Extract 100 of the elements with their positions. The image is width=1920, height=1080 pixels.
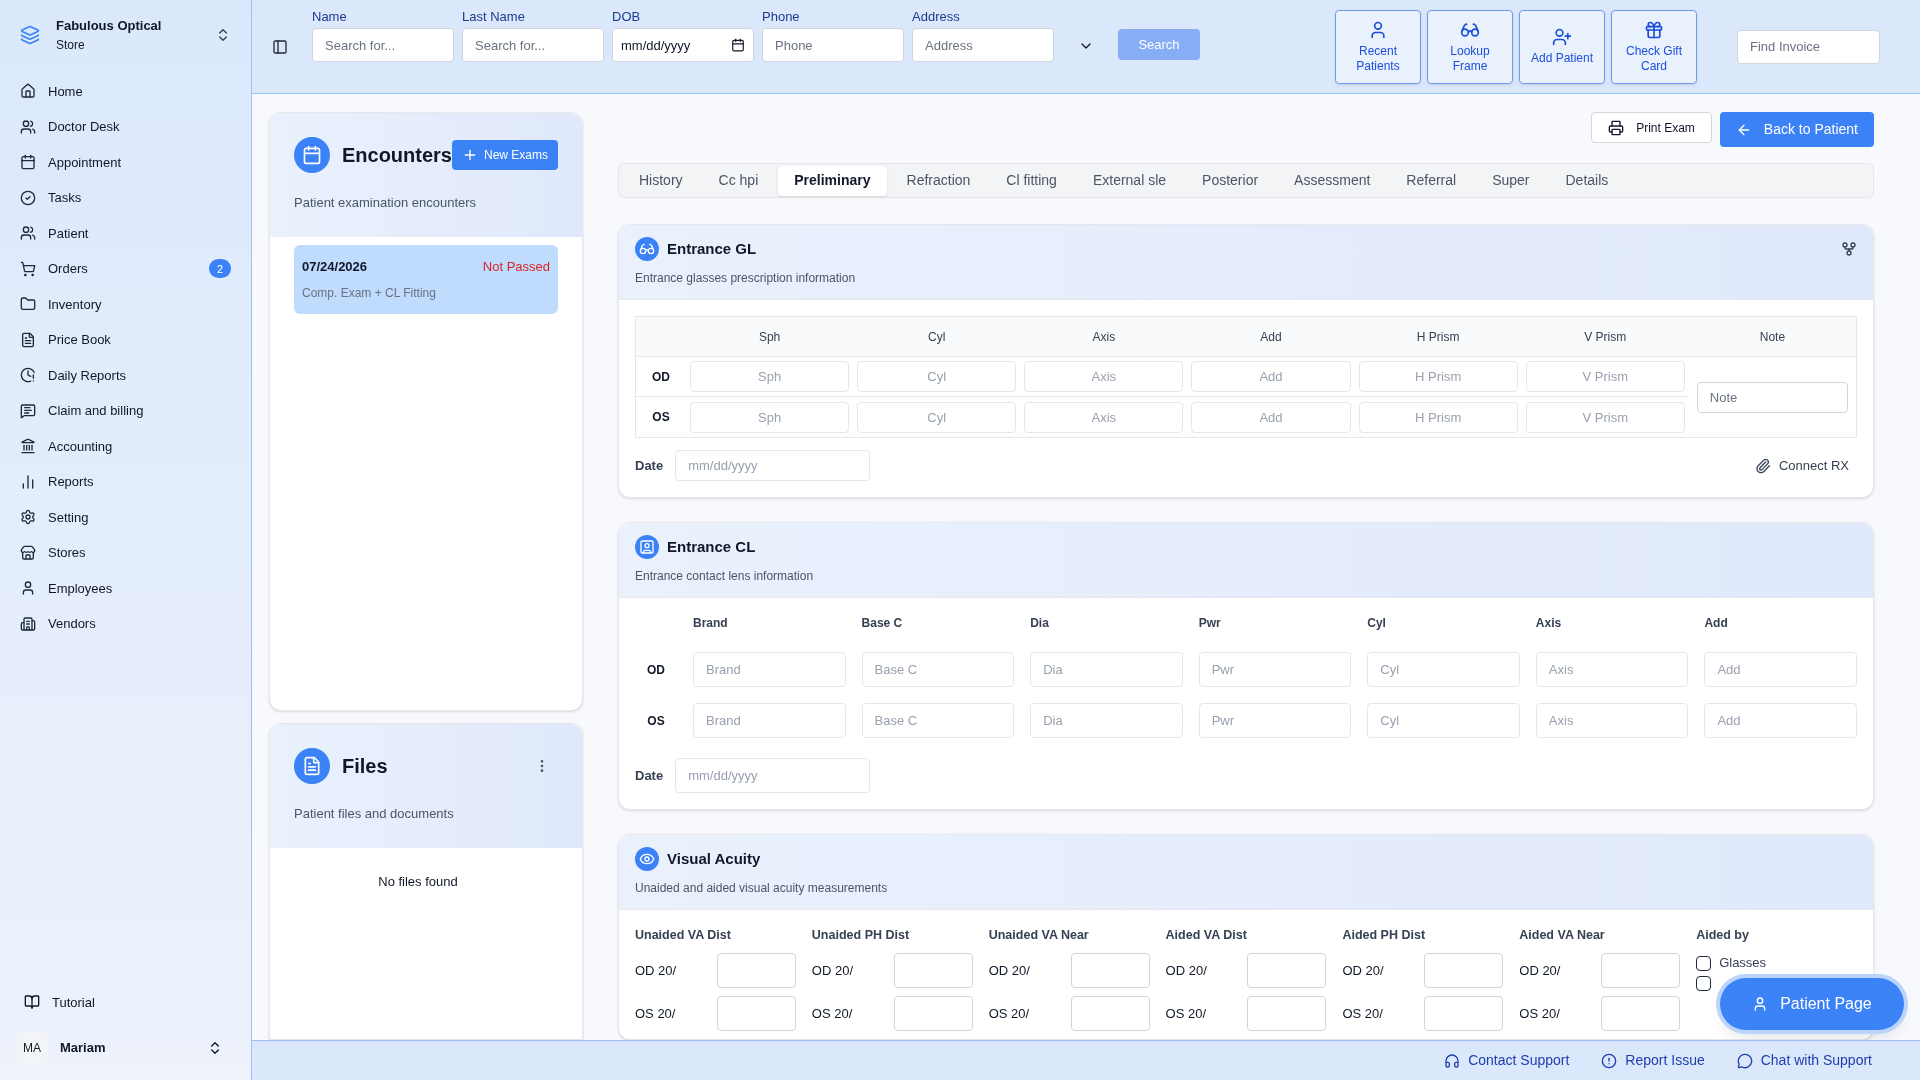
lens-field[interactable]: Add <box>1704 703 1857 739</box>
branch-icon[interactable] <box>1841 241 1857 258</box>
note-field[interactable]: Note <box>1696 381 1848 413</box>
search-field[interactable]: Phone <box>762 28 904 63</box>
tab[interactable]: Super <box>1476 165 1546 196</box>
tutorial-link[interactable]: Tutorial <box>24 992 227 1012</box>
nav-item[interactable]: Vendors <box>12 606 239 642</box>
prescription-field[interactable]: Sph <box>690 361 850 393</box>
nav-item[interactable]: Setting <box>12 499 239 535</box>
date-field[interactable]: mm/dd/yyyy <box>675 758 871 794</box>
prescription-field[interactable]: Sph <box>690 401 850 433</box>
nav-item[interactable]: Accounting <box>12 428 239 464</box>
connect-rx-button[interactable]: Connect RX <box>1754 456 1849 476</box>
acuity-field[interactable] <box>1247 996 1327 1031</box>
nav-item[interactable]: Stores <box>12 535 239 571</box>
acuity-field[interactable] <box>1247 953 1327 988</box>
print-exam-button[interactable]: Print Exam <box>1591 112 1712 143</box>
tab[interactable]: History <box>623 165 699 196</box>
prescription-field[interactable]: V Prism <box>1525 361 1685 393</box>
cart-icon <box>20 260 36 277</box>
nav-item[interactable]: Home <box>12 73 239 109</box>
nav-item[interactable]: Daily Reports <box>12 357 239 393</box>
prescription-field[interactable]: V Prism <box>1525 401 1685 433</box>
lens-field[interactable]: Cyl <box>1367 703 1520 739</box>
acuity-field[interactable] <box>1424 996 1504 1031</box>
lens-field[interactable]: Pwr <box>1198 652 1352 688</box>
column-header: Brand <box>693 615 729 633</box>
lens-field[interactable]: Brand <box>693 703 846 739</box>
acuity-field[interactable] <box>1070 953 1150 988</box>
lens-field[interactable]: Add <box>1704 652 1857 688</box>
search-field[interactable]: Address <box>912 28 1054 63</box>
tab[interactable]: Refraction <box>890 165 987 196</box>
clock-icon <box>20 367 36 384</box>
prescription-field[interactable]: H Prism <box>1358 401 1518 433</box>
lens-field[interactable]: Base C <box>861 652 1015 688</box>
support-link[interactable]: Contact Support <box>1444 1050 1570 1071</box>
lens-field[interactable]: Dia <box>1030 703 1183 739</box>
acuity-field[interactable] <box>1601 996 1681 1031</box>
lens-field[interactable]: Cyl <box>1367 652 1520 688</box>
prescription-field[interactable]: Cyl <box>857 361 1017 393</box>
nav-item[interactable]: Claim and billing <box>12 393 239 429</box>
quick-action-button[interactable]: Recent Patients <box>1335 9 1421 84</box>
tab[interactable]: Details <box>1549 165 1625 196</box>
check-circle-icon <box>20 189 36 206</box>
tab[interactable]: Cc hpi <box>702 165 775 196</box>
prescription-field[interactable]: Axis <box>1024 401 1184 433</box>
tab[interactable]: Assessment <box>1278 165 1387 196</box>
date-field[interactable]: mm/dd/yyyy <box>612 28 754 63</box>
home-icon <box>20 83 36 100</box>
acuity-field[interactable] <box>893 996 973 1031</box>
section-subtitle: Patient files and documents <box>294 805 455 823</box>
acuity-field[interactable] <box>1070 996 1150 1031</box>
acuity-field[interactable] <box>893 953 973 988</box>
find-invoice-field[interactable]: Find Invoice <box>1737 29 1880 64</box>
checkbox[interactable] <box>1696 955 1712 971</box>
encounter-item[interactable]: 07/24/2026 Not Passed Comp. Exam + CL Fitting <box>294 244 558 314</box>
quick-action-button[interactable]: Check Gift Card <box>1611 9 1697 84</box>
prescription-field[interactable]: Add <box>1191 401 1351 433</box>
column-header: Base C <box>861 615 904 633</box>
support-link[interactable]: Report Issue <box>1601 1050 1705 1071</box>
nav-item[interactable]: Orders 2 <box>12 251 239 287</box>
prescription-field[interactable]: Cyl <box>857 401 1017 433</box>
quick-action-button[interactable]: Add Patient <box>1519 9 1605 84</box>
tab[interactable]: Cl fitting <box>990 165 1073 196</box>
date-field[interactable]: mm/dd/yyyy <box>675 450 871 482</box>
lens-field[interactable]: Dia <box>1030 652 1183 688</box>
lens-field[interactable]: Pwr <box>1198 703 1352 739</box>
tab[interactable]: Referral <box>1390 165 1473 196</box>
prescription-field[interactable]: H Prism <box>1358 361 1518 393</box>
lens-field[interactable]: Base C <box>861 703 1015 739</box>
search-field[interactable]: Search for... <box>312 28 454 63</box>
nav-item[interactable]: Appointment <box>12 144 239 180</box>
acuity-field[interactable] <box>716 996 796 1031</box>
nav-item[interactable]: Price Book <box>12 322 239 358</box>
column-header: Add <box>1259 328 1283 346</box>
calendar-icon[interactable] <box>731 38 745 53</box>
tab[interactable]: Posterior <box>1186 165 1275 196</box>
prescription-field[interactable]: Add <box>1191 361 1351 393</box>
lens-field[interactable]: Brand <box>693 652 846 688</box>
nav-item[interactable]: Tasks <box>12 180 239 216</box>
quick-action-button[interactable]: Lookup Frame <box>1427 9 1513 84</box>
nav-item[interactable]: Inventory <box>12 286 239 322</box>
acuity-field[interactable] <box>1601 953 1681 988</box>
column-header: Unaided PH Dist <box>811 927 911 945</box>
lens-field[interactable]: Axis <box>1535 652 1689 688</box>
search-field[interactable]: Search for... <box>462 28 604 63</box>
support-link[interactable]: Chat with Support <box>1736 1050 1872 1071</box>
nav-item[interactable]: Employees <box>12 570 239 606</box>
nav-item[interactable]: Reports <box>12 464 239 500</box>
nav-item[interactable]: Patient <box>12 215 239 251</box>
tab[interactable]: Preliminary <box>778 165 887 196</box>
new-exams-button[interactable]: New Exams <box>452 140 558 170</box>
checkbox[interactable] <box>1696 975 1712 991</box>
prescription-field[interactable]: Axis <box>1024 361 1184 393</box>
nav-item[interactable]: Doctor Desk <box>12 109 239 145</box>
back-button[interactable]: Back to Patient <box>1719 112 1874 147</box>
acuity-field[interactable] <box>1424 953 1504 988</box>
lens-field[interactable]: Axis <box>1535 703 1689 739</box>
acuity-field[interactable] <box>716 953 796 988</box>
tab[interactable]: External sle <box>1076 165 1183 196</box>
